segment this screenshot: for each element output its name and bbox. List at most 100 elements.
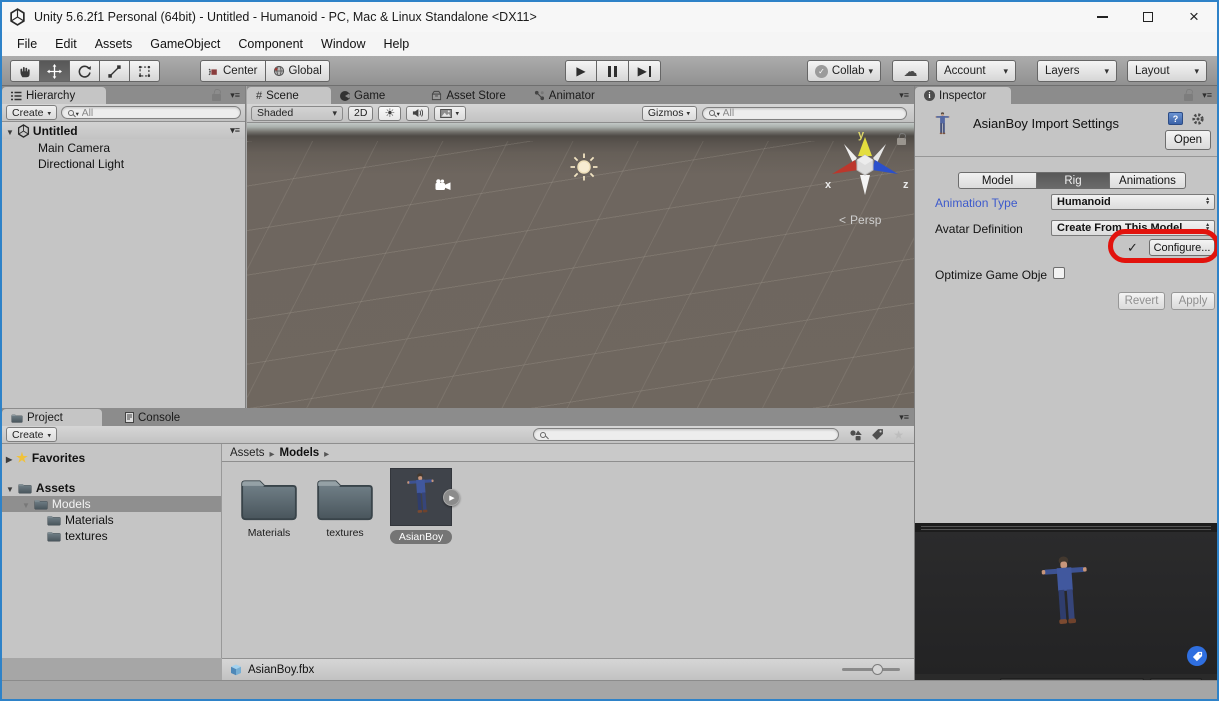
assetbundle-tag-button[interactable]: [1187, 646, 1207, 666]
asset-asianboy-model[interactable]: AsianBoy: [386, 468, 456, 544]
configure-button[interactable]: Configure...: [1149, 239, 1215, 256]
tab-model[interactable]: Model: [958, 172, 1037, 189]
shading-mode-dropdown[interactable]: Shaded: [251, 106, 343, 121]
asset-grid[interactable]: Materials textures AsianBoy: [222, 462, 914, 658]
tree-assets[interactable]: Assets: [2, 480, 221, 496]
asset-textures-folder[interactable]: textures: [310, 472, 380, 539]
collab-button[interactable]: Collab: [807, 60, 881, 82]
rotate-tool-button[interactable]: [70, 60, 100, 82]
camera-gizmo-icon[interactable]: [435, 179, 451, 191]
scene-viewport[interactable]: y x z Persp: [247, 123, 914, 408]
preview-resize-handle[interactable]: [915, 523, 1217, 532]
project-search[interactable]: [533, 428, 839, 441]
tab-animator[interactable]: Animator: [525, 87, 604, 104]
hierarchy-create-button[interactable]: Create: [6, 105, 57, 120]
foldout-icon[interactable]: [6, 481, 14, 495]
project-search-input[interactable]: [548, 429, 832, 441]
axis-y-label[interactable]: y: [858, 129, 864, 141]
tab-inspector[interactable]: Inspector: [915, 87, 1011, 104]
projection-mode-label[interactable]: Persp: [839, 213, 881, 227]
tab-project[interactable]: Project: [2, 409, 102, 426]
tree-favorites[interactable]: Favorites: [2, 450, 221, 466]
account-dropdown[interactable]: Account: [936, 60, 1016, 82]
layers-dropdown[interactable]: Layers: [1037, 60, 1117, 82]
cloud-services-button[interactable]: [892, 60, 929, 82]
menu-window[interactable]: Window: [312, 37, 374, 51]
layout-dropdown[interactable]: Layout: [1127, 60, 1207, 82]
move-tool-button[interactable]: [40, 60, 70, 82]
play-button[interactable]: [565, 60, 597, 82]
lock-icon[interactable]: [212, 94, 221, 101]
scene-root-row[interactable]: Untitled: [2, 122, 245, 139]
scale-tool-button[interactable]: [100, 60, 130, 82]
thumbnail-size-slider[interactable]: [842, 668, 900, 671]
menu-assets[interactable]: Assets: [86, 37, 142, 51]
panel-menu-icon[interactable]: [230, 90, 240, 101]
2d-toggle-button[interactable]: 2D: [348, 106, 373, 121]
effects-toggle-button[interactable]: [434, 106, 466, 121]
panel-menu-icon[interactable]: [899, 90, 909, 101]
hierarchy-item-directional-light[interactable]: Directional Light: [38, 156, 124, 172]
help-icon[interactable]: [1168, 112, 1183, 125]
lighting-toggle-button[interactable]: [378, 106, 401, 121]
menu-gameobject[interactable]: GameObject: [141, 37, 229, 51]
animation-type-dropdown[interactable]: Humanoid: [1051, 194, 1215, 210]
maximize-button[interactable]: [1125, 2, 1171, 32]
menu-component[interactable]: Component: [229, 37, 312, 51]
panel-menu-icon[interactable]: [899, 412, 909, 423]
model-preview[interactable]: [915, 532, 1217, 674]
scene-orientation-gizmo[interactable]: [830, 137, 900, 197]
pause-button[interactable]: [597, 60, 629, 82]
hierarchy-search[interactable]: [61, 106, 241, 119]
minimize-button[interactable]: [1079, 2, 1125, 32]
tree-textures[interactable]: textures: [2, 528, 221, 544]
foldout-icon[interactable]: [6, 451, 12, 465]
tree-materials[interactable]: Materials: [2, 512, 221, 528]
scene-menu-icon[interactable]: [230, 125, 240, 136]
apply-button[interactable]: Apply: [1171, 292, 1215, 310]
tab-scene[interactable]: # Scene: [247, 87, 331, 104]
axis-z-label[interactable]: z: [903, 179, 909, 191]
revert-button[interactable]: Revert: [1118, 292, 1165, 310]
axis-x-label[interactable]: x: [825, 179, 831, 191]
hierarchy-search-input[interactable]: [82, 107, 234, 119]
breadcrumb-current[interactable]: Models: [280, 447, 320, 459]
menu-file[interactable]: File: [8, 37, 46, 51]
pivot-toggle-button[interactable]: Center: [200, 60, 266, 82]
search-by-type-icon[interactable]: [849, 429, 863, 441]
hand-tool-button[interactable]: [10, 60, 40, 82]
scene-search[interactable]: [702, 107, 907, 120]
tab-hierarchy[interactable]: Hierarchy: [2, 87, 106, 104]
hierarchy-item-main-camera[interactable]: Main Camera: [38, 140, 110, 156]
slider-knob[interactable]: [872, 664, 883, 675]
open-button[interactable]: Open: [1165, 130, 1211, 150]
directional-light-gizmo-icon[interactable]: [569, 152, 599, 182]
asset-materials-folder[interactable]: Materials: [234, 472, 304, 539]
scene-search-input[interactable]: [723, 107, 900, 119]
close-button[interactable]: [1171, 2, 1217, 32]
search-by-label-icon[interactable]: [871, 428, 884, 441]
gear-icon[interactable]: [1191, 112, 1205, 126]
optimize-game-object-checkbox[interactable]: [1053, 267, 1065, 279]
tab-console[interactable]: Console: [116, 409, 189, 426]
breadcrumb-root[interactable]: Assets: [230, 447, 265, 459]
tree-models[interactable]: Models: [2, 496, 221, 512]
expand-subassets-button[interactable]: [443, 489, 460, 506]
tab-game[interactable]: Game: [331, 87, 394, 104]
avatar-definition-dropdown[interactable]: Create From This Model: [1051, 220, 1215, 236]
menu-help[interactable]: Help: [374, 37, 418, 51]
menu-edit[interactable]: Edit: [46, 37, 86, 51]
audio-toggle-button[interactable]: [406, 106, 429, 121]
tab-rig[interactable]: Rig: [1037, 172, 1110, 189]
space-toggle-button[interactable]: Global: [266, 60, 330, 82]
step-button[interactable]: [629, 60, 661, 82]
panel-menu-icon[interactable]: [1202, 90, 1212, 101]
foldout-icon[interactable]: [22, 497, 30, 511]
tab-animations[interactable]: Animations: [1110, 172, 1186, 189]
model-thumbnail[interactable]: [390, 468, 452, 526]
scene-lock-icon[interactable]: [897, 138, 906, 145]
rect-tool-button[interactable]: [130, 60, 160, 82]
tab-asset-store[interactable]: Asset Store: [422, 87, 514, 104]
favorites-filter-icon[interactable]: [893, 426, 904, 444]
project-create-button[interactable]: Create: [6, 427, 57, 442]
